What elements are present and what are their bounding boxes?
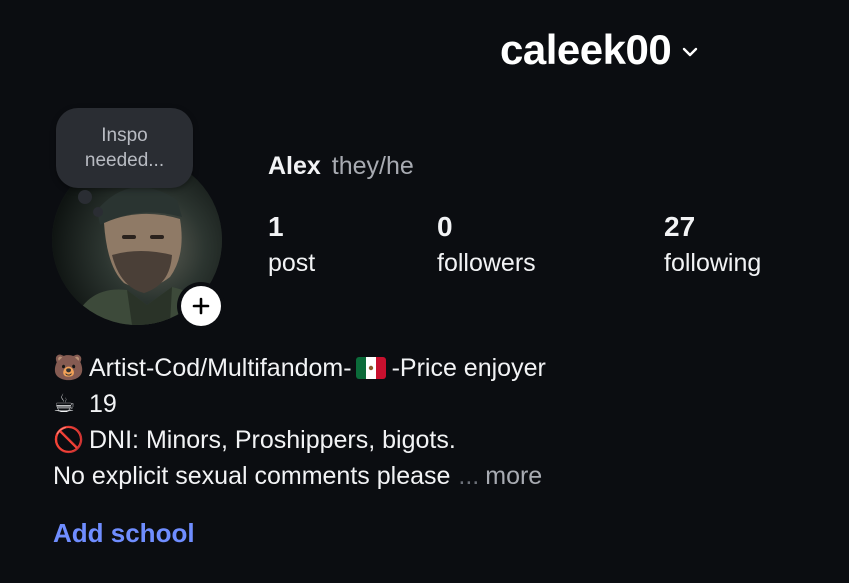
- bear-emoji-icon: 🐻: [53, 354, 85, 382]
- plus-icon: [181, 286, 221, 326]
- coffee-emoji-icon: ☕: [53, 390, 76, 418]
- display-name-row: Alex they/he: [268, 152, 414, 181]
- pronouns: they/he: [331, 152, 414, 180]
- mexico-flag-icon: [355, 357, 386, 379]
- bio-text: -Price enjoyer: [391, 354, 546, 382]
- chevron-down-icon: [681, 43, 699, 61]
- more-link[interactable]: more: [485, 458, 542, 494]
- stat-posts-count: 1: [268, 211, 284, 242]
- stat-followers-count: 0: [437, 211, 453, 242]
- stat-following-count: 27: [664, 211, 696, 242]
- note-bubble[interactable]: Inspo needed...: [56, 108, 193, 188]
- bio: 🐻 Artist-Cod/Multifandom- -Price enjoyer…: [53, 350, 546, 494]
- username-switcher[interactable]: caleek00: [500, 26, 699, 74]
- note-text-line1: Inspo: [101, 125, 148, 146]
- username: caleek00: [500, 26, 672, 73]
- stat-following[interactable]: 27 following: [664, 210, 761, 282]
- stat-following-label: following: [664, 249, 762, 277]
- stat-followers[interactable]: 0 followers: [437, 210, 536, 282]
- note-text-line2: needed...: [84, 150, 165, 171]
- bio-ellipsis: ...: [458, 462, 480, 490]
- bio-text: DNI: Minors, Proshippers, bigots.: [89, 426, 456, 454]
- bio-line: 🚫 DNI: Minors, Proshippers, bigots.: [53, 422, 546, 458]
- note-bubble-tail: [78, 190, 92, 204]
- display-name: Alex: [268, 152, 321, 180]
- bio-line: No explicit sexual comments please ... m…: [53, 458, 546, 494]
- add-school-link[interactable]: Add school: [53, 518, 195, 549]
- note-bubble-tail-small: [93, 207, 103, 217]
- stat-followers-label: followers: [437, 249, 536, 277]
- stat-posts[interactable]: 1 post: [268, 210, 315, 282]
- bio-line: 🐻 Artist-Cod/Multifandom- -Price enjoyer: [53, 350, 546, 386]
- prohibited-emoji-icon: 🚫: [53, 426, 85, 454]
- stat-posts-label: post: [268, 249, 316, 277]
- bio-text: Artist-Cod/Multifandom-: [89, 354, 352, 382]
- add-story-button[interactable]: [177, 282, 225, 330]
- bio-text: 19: [89, 390, 117, 418]
- bio-line: ☕ 19: [53, 386, 546, 422]
- bio-text: No explicit sexual comments please: [53, 462, 451, 490]
